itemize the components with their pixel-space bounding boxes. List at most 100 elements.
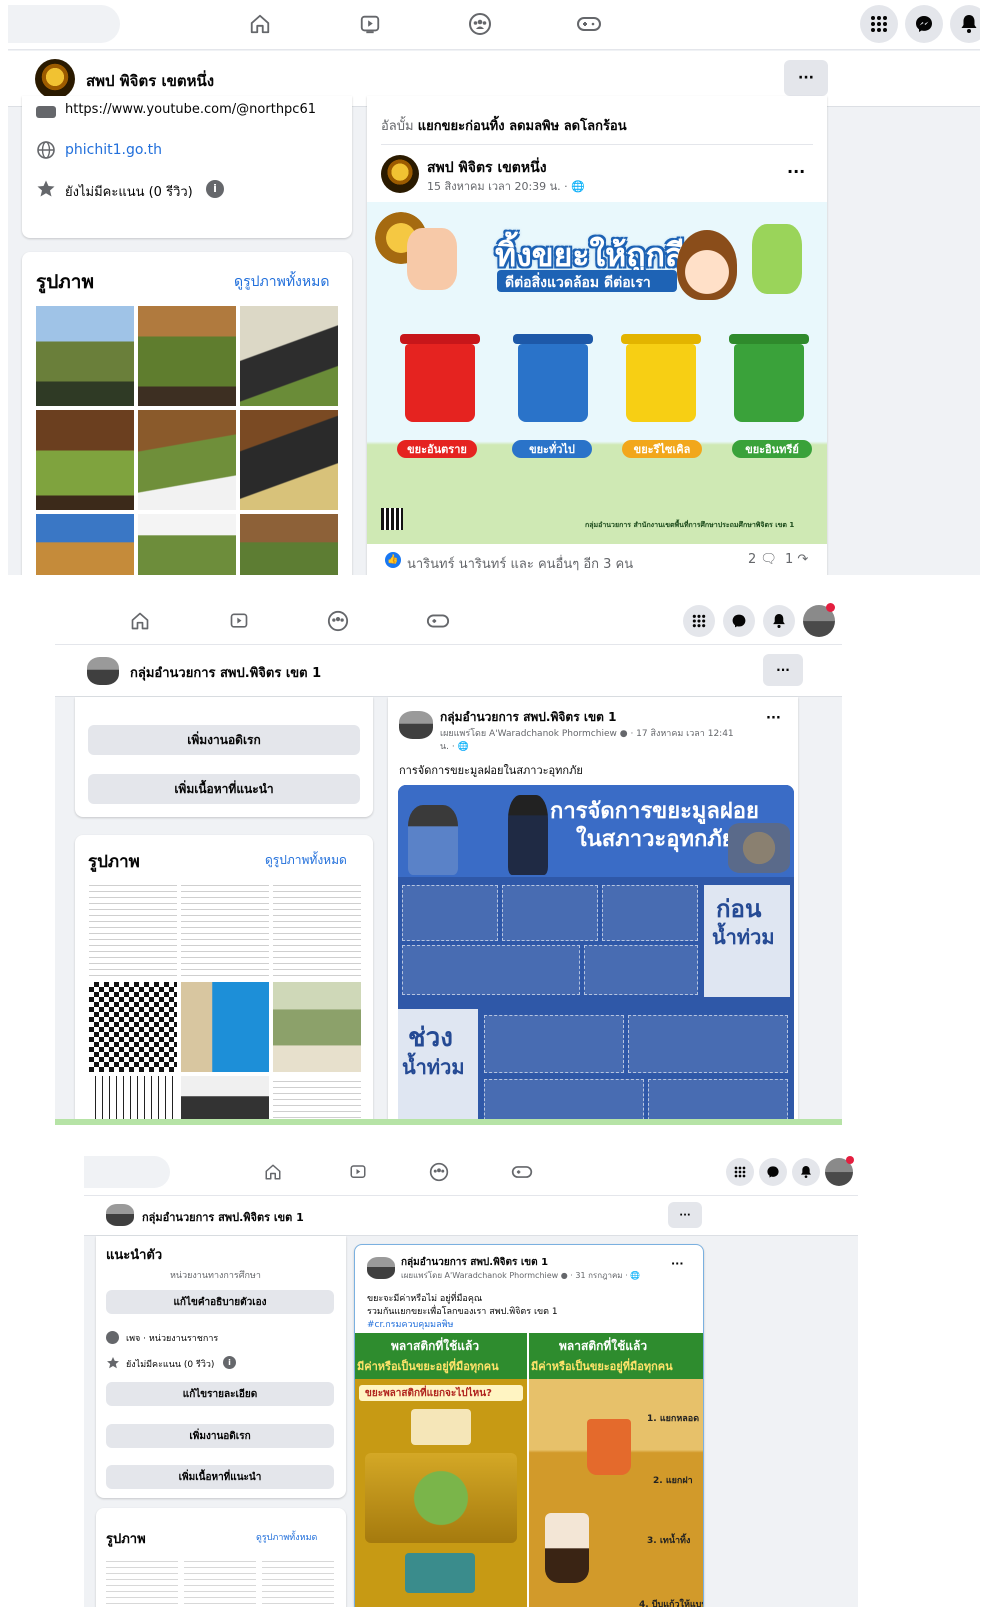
search-input[interactable] <box>84 1156 170 1188</box>
photo-thumbnail[interactable] <box>184 1556 256 1607</box>
photo-thumbnail[interactable] <box>240 410 338 510</box>
qr-code-thumbnail[interactable] <box>89 982 177 1072</box>
home-icon[interactable] <box>127 608 153 634</box>
photo-thumbnail[interactable] <box>138 514 236 575</box>
share-count[interactable]: 1 ↷ <box>785 552 808 567</box>
page-avatar[interactable] <box>35 59 75 99</box>
notifications-button[interactable] <box>792 1158 820 1186</box>
tile <box>584 945 698 995</box>
post-more-icon[interactable]: ··· <box>787 162 805 181</box>
see-all-photos-link[interactable]: ดูรูปภาพทั้งหมด <box>234 271 329 293</box>
add-featured-button[interactable]: เพิ่มเนื้อหาที่แนะนำ <box>106 1465 334 1489</box>
photo-thumbnail[interactable] <box>181 880 269 978</box>
see-all-photos-link[interactable]: ดูรูปภาพทั้งหมด <box>265 851 347 870</box>
video-icon[interactable] <box>356 10 384 38</box>
photo-thumbnail[interactable] <box>273 880 361 978</box>
post-image-right[interactable]: พลาสติกที่ใช้แล้ว มีค่าหรือเป็นขยะอยู่ที… <box>529 1333 703 1607</box>
gaming-icon[interactable] <box>574 10 604 38</box>
menu-grid-button[interactable] <box>860 5 898 43</box>
photo-thumbnail[interactable] <box>273 982 361 1072</box>
photo-thumbnail[interactable] <box>240 306 338 406</box>
post-author[interactable]: กลุ่มอำนวยการ สพป.พิจิตร เขต 1 <box>401 1255 548 1270</box>
photo-thumbnail[interactable] <box>181 982 269 1072</box>
home-icon[interactable] <box>261 1160 285 1184</box>
gaming-icon[interactable] <box>509 1160 535 1184</box>
photo-thumbnail[interactable] <box>89 880 177 978</box>
website-link[interactable]: phichit1.go.th <box>65 142 162 158</box>
page-name[interactable]: กลุ่มอำนวยการ สพป.พิจิตร เขต 1 <box>142 1208 304 1226</box>
photo-thumbnail[interactable] <box>36 410 134 510</box>
hand-illustration <box>407 228 457 290</box>
photo-thumbnail[interactable] <box>36 306 134 406</box>
poster-tagline-right: มีค่าหรือเป็นขยะอยู่ที่มือทุกคน <box>531 1360 673 1373</box>
photo-thumbnail[interactable] <box>181 1076 269 1125</box>
girl-illustration <box>677 230 737 300</box>
intro-card: เพิ่มงานอดิเรก เพิ่มเนื้อหาที่แนะนำ <box>75 697 373 817</box>
add-hobbies-button[interactable]: เพิ่มงานอดิเรก <box>88 725 360 755</box>
post-author[interactable]: สพป พิจิตร เขตหนึ่ง <box>427 157 547 179</box>
post-more-icon[interactable]: ··· <box>766 711 781 726</box>
author-avatar[interactable] <box>399 711 433 739</box>
step-3: 3. เทน้ำทิ้ง <box>647 1536 691 1546</box>
album-name[interactable]: แยกขยะก่อนทิ้ง ลดมลพิษ ลดโลกร้อน <box>418 119 627 134</box>
notifications-button[interactable] <box>950 5 980 43</box>
post-image[interactable]: ทิ้งขยะให้ถูกสี ดีต่อสิ่งแวดล้อม ดีต่อเร… <box>367 202 827 544</box>
video-icon[interactable] <box>226 608 252 634</box>
add-hobbies-button[interactable]: เพิ่มงานอดิเรก <box>106 1424 334 1448</box>
photo-thumbnail[interactable] <box>138 410 236 510</box>
see-all-photos-link[interactable]: ดูรูปภาพทั้งหมด <box>256 1530 317 1544</box>
groups-icon[interactable] <box>325 608 351 634</box>
video-icon[interactable] <box>346 1160 370 1184</box>
photo-thumbnail[interactable] <box>262 1556 334 1607</box>
bin-lid <box>513 334 593 344</box>
author-avatar[interactable] <box>367 1257 395 1279</box>
page-avatar[interactable] <box>106 1204 134 1226</box>
edit-details-button[interactable]: แก้ไขรายละเอียด <box>106 1382 334 1406</box>
search-input[interactable] <box>8 5 120 43</box>
photo-thumbnail[interactable] <box>36 514 134 575</box>
info-icon[interactable]: i <box>206 180 224 198</box>
hand-illustration <box>752 224 802 294</box>
add-featured-button[interactable]: เพิ่มเนื้อหาที่แนะนำ <box>88 774 360 804</box>
bell-icon <box>773 614 785 628</box>
house-illustration <box>411 1409 471 1445</box>
photo-thumbnail[interactable] <box>273 1076 361 1125</box>
gaming-icon[interactable] <box>424 608 452 634</box>
post-time-2: น. · 🌐 <box>440 742 469 752</box>
messenger-button[interactable] <box>905 5 943 43</box>
messenger-icon <box>916 16 932 32</box>
photo-thumbnail[interactable] <box>138 306 236 406</box>
menu-grid-button[interactable] <box>726 1158 754 1186</box>
more-options-button[interactable]: ··· <box>763 654 803 686</box>
post-more-icon[interactable]: ··· <box>671 1257 684 1270</box>
info-icon[interactable]: i <box>223 1356 236 1369</box>
more-options-button[interactable]: ··· <box>784 60 828 96</box>
groups-icon[interactable] <box>466 10 494 38</box>
more-options-button[interactable]: ··· <box>668 1202 702 1228</box>
messenger-button[interactable] <box>723 605 755 637</box>
photo-thumbnail[interactable] <box>106 1556 178 1607</box>
youtube-link[interactable]: https://www.youtube.com/@northpc61 <box>65 102 316 117</box>
post-image-left[interactable]: พลาสติกที่ใช้แล้ว มีค่าหรือเป็นขยะอยู่ที… <box>355 1333 527 1607</box>
post-author[interactable]: กลุ่มอำนวยการ สพป.พิจิตร เขต 1 <box>440 708 616 727</box>
photo-thumbnail[interactable] <box>240 514 338 575</box>
post-image[interactable]: การจัดการขยะมูลฝอย ในสภาวะอุทกภัย ก่อน น… <box>398 785 794 1125</box>
grid-icon <box>871 16 887 32</box>
photo-thumbnail[interactable] <box>89 1076 177 1125</box>
top-navigation-bar <box>84 1148 858 1196</box>
edit-bio-button[interactable]: แก้ไขคำอธิบายตัวเอง <box>106 1290 334 1314</box>
reactions-summary[interactable]: นารินทร์ นารินทร์ และ คนอื่นๆ อีก 3 คน <box>407 553 633 574</box>
comment-count[interactable]: 2 🗨 <box>748 552 777 567</box>
messenger-button[interactable] <box>759 1158 787 1186</box>
home-icon[interactable] <box>246 10 274 38</box>
groups-icon[interactable] <box>427 1160 451 1184</box>
page-name[interactable]: สพป พิจิตร เขตหนึ่ง <box>86 69 214 93</box>
page-name[interactable]: กลุ่มอำนวยการ สพป.พิจิตร เขต 1 <box>130 662 321 683</box>
notifications-button[interactable] <box>763 605 795 637</box>
menu-grid-button[interactable] <box>683 605 715 637</box>
hashtag-link[interactable]: #cr.กรมควบคุมมลพิษ <box>367 1317 454 1331</box>
intro-card: แนะนำตัว หน่วยงานทางการศึกษา แก้ไขคำอธิบ… <box>96 1236 346 1498</box>
poster-footer: กลุ่มอำนวยการ สำนักงานเขตพื้นที่การศึกษา… <box>585 521 795 529</box>
page-avatar[interactable] <box>87 657 119 685</box>
author-avatar[interactable] <box>381 155 419 193</box>
